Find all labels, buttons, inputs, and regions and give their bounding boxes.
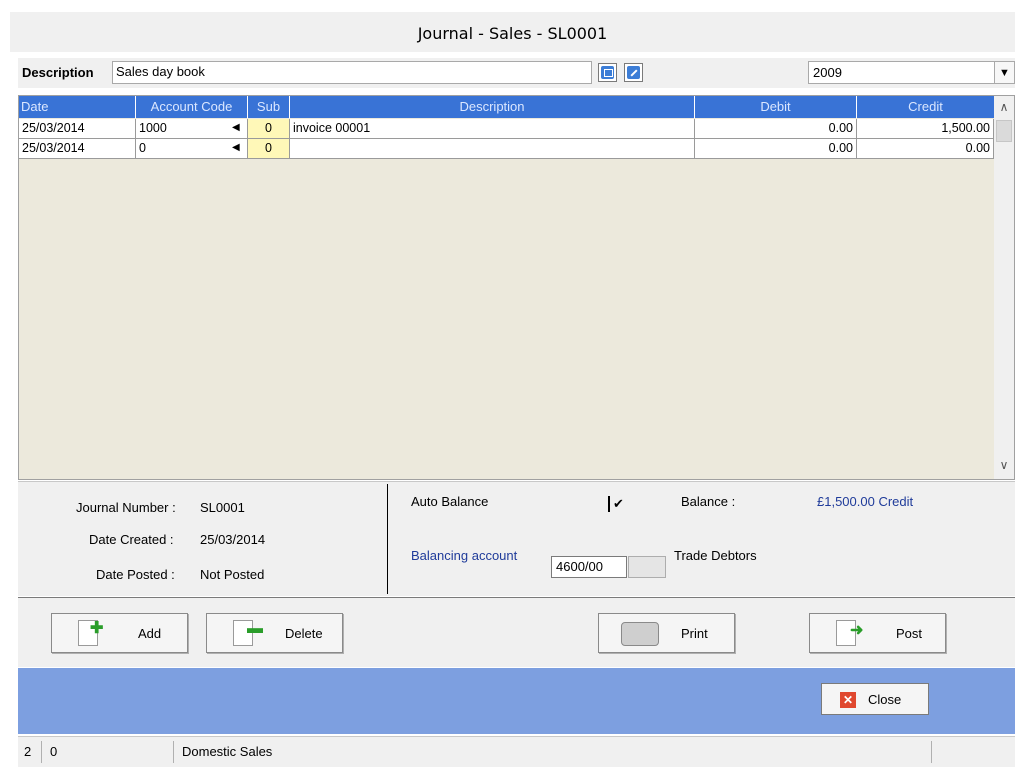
column-header-account-code[interactable]: Account Code xyxy=(136,96,248,118)
add-button[interactable]: ✚ Add xyxy=(51,613,188,653)
account-code-value: 0 xyxy=(139,141,146,155)
balancing-account-name: Trade Debtors xyxy=(674,548,757,563)
journal-grid: Date Account Code Sub Description Debit … xyxy=(18,95,1015,480)
auto-balance-checkbox[interactable]: ✔ xyxy=(608,496,626,512)
title-bar: Journal - Sales - SL0001 xyxy=(10,12,1015,52)
status-field-4 xyxy=(934,741,1012,763)
balance-value: £1,500.00 Credit xyxy=(817,494,914,509)
balancing-account-lookup-button[interactable] xyxy=(628,556,666,578)
print-button-label: Print xyxy=(681,626,708,641)
delete-button[interactable]: ▬ Delete xyxy=(206,613,343,653)
column-header-debit[interactable]: Debit xyxy=(695,96,857,118)
description-input[interactable]: Sales day book xyxy=(112,61,592,84)
journal-info-panel: Journal Number : SL0001 Date Created : 2… xyxy=(18,481,1015,596)
close-button-label: Close xyxy=(868,692,902,707)
chevron-down-icon[interactable]: ∨ xyxy=(994,454,1014,476)
vertical-scrollbar[interactable]: ∧ ∨ xyxy=(994,96,1014,479)
chevron-up-icon[interactable]: ∧ xyxy=(994,96,1014,118)
debit-cell[interactable]: 0.00 xyxy=(695,119,857,139)
edit-icon[interactable] xyxy=(624,63,643,82)
arrow-right-icon: ➜ xyxy=(850,622,864,639)
debit-cell[interactable]: 0.00 xyxy=(695,139,857,159)
print-button[interactable]: Print xyxy=(598,613,735,653)
column-header-date[interactable]: Date xyxy=(19,96,136,118)
description-bar: Description Sales day book 2009 ▼ xyxy=(18,58,1015,88)
description-label: Description xyxy=(22,65,94,80)
post-button-label: Post xyxy=(896,626,923,641)
footer-band: ✕ Close xyxy=(18,668,1015,734)
plus-icon: ✚ xyxy=(90,620,104,637)
minus-icon: ▬ xyxy=(247,620,263,637)
printer-icon xyxy=(621,622,659,646)
column-header-credit[interactable]: Credit xyxy=(857,96,994,118)
sub-cell[interactable]: 0 xyxy=(248,139,290,159)
save-icon[interactable] xyxy=(598,63,617,82)
lookup-icon[interactable]: ◀ xyxy=(232,122,244,134)
credit-cell[interactable]: 1,500.00 xyxy=(857,119,994,139)
date-cell[interactable]: 25/03/2014 xyxy=(19,139,136,159)
date-created-value: 25/03/2014 xyxy=(200,532,266,547)
auto-balance-label: Auto Balance xyxy=(411,494,489,509)
journal-number-value: SL0001 xyxy=(200,500,245,515)
table-row[interactable]: 25/03/2014 0 ◀ 0 0.00 0.00 xyxy=(19,139,994,159)
credit-cell[interactable]: 0.00 xyxy=(857,139,994,159)
table-row[interactable]: 25/03/2014 1000 ◀ 0 invoice 00001 0.00 1… xyxy=(19,119,994,139)
lookup-icon[interactable]: ◀ xyxy=(232,142,244,154)
account-code-cell[interactable]: 0 ◀ xyxy=(136,139,248,159)
year-select[interactable]: 2009 xyxy=(808,61,1006,84)
action-bar: ✚ Add ▬ Delete Print ➜ Post xyxy=(18,597,1015,667)
status-field-3: Domestic Sales xyxy=(178,741,932,763)
checkmark-icon: ✔ xyxy=(613,496,624,511)
description-cell[interactable]: invoice 00001 xyxy=(290,119,695,139)
column-header-description[interactable]: Description xyxy=(290,96,695,118)
close-icon: ✕ xyxy=(840,692,856,708)
account-code-cell[interactable]: 1000 ◀ xyxy=(136,119,248,139)
status-field-1: 2 xyxy=(20,741,42,763)
date-cell[interactable]: 25/03/2014 xyxy=(19,119,136,139)
window-title: Journal - Sales - SL0001 xyxy=(417,24,608,43)
status-bar: 2 0 Domestic Sales xyxy=(18,736,1015,767)
balance-label: Balance : xyxy=(681,494,736,509)
date-posted-value: Not Posted xyxy=(200,567,265,582)
scrollbar-thumb[interactable] xyxy=(996,120,1012,142)
balancing-account-label: Balancing account xyxy=(411,548,518,563)
post-button[interactable]: ➜ Post xyxy=(809,613,946,653)
description-cell[interactable] xyxy=(290,139,695,159)
close-button[interactable]: ✕ Close xyxy=(821,683,929,715)
status-field-2: 0 xyxy=(46,741,174,763)
add-button-label: Add xyxy=(138,626,162,641)
delete-button-label: Delete xyxy=(285,626,323,641)
account-code-value: 1000 xyxy=(139,121,167,135)
date-created-label: Date Created : xyxy=(89,532,174,547)
chevron-down-icon[interactable]: ▼ xyxy=(994,61,1015,84)
sub-cell[interactable]: 0 xyxy=(248,119,290,139)
divider xyxy=(387,484,388,594)
date-posted-label: Date Posted : xyxy=(96,567,175,582)
balancing-account-input[interactable]: 4600/00 xyxy=(551,556,627,578)
journal-number-label: Journal Number : xyxy=(76,500,176,515)
grid-header: Date Account Code Sub Description Debit … xyxy=(19,96,994,118)
column-header-sub[interactable]: Sub xyxy=(248,96,290,118)
